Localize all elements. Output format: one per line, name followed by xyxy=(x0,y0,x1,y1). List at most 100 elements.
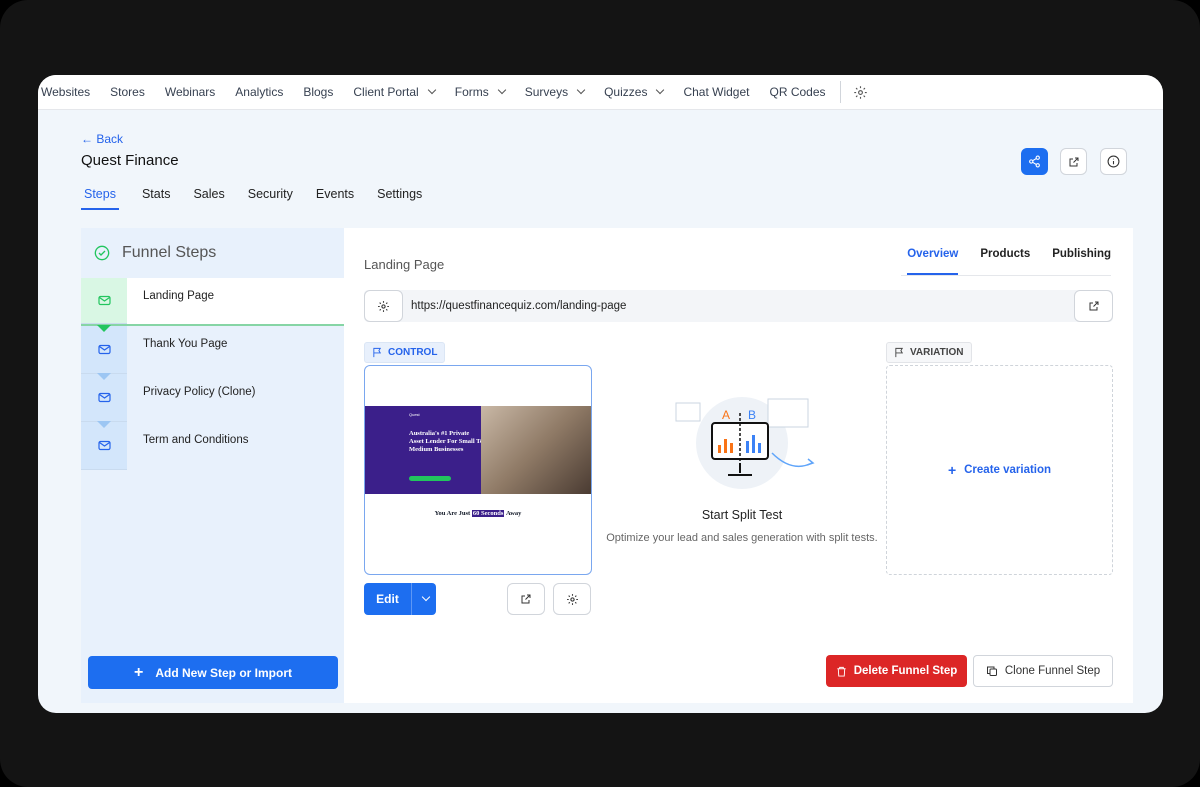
funnel-steps-panel: Funnel Steps Landing Page Thank You Page… xyxy=(81,228,344,703)
step-label: Landing Page xyxy=(143,290,214,302)
split-test-empty-state: A B Start Split Test Optimize your lead … xyxy=(602,393,882,547)
tab-products[interactable]: Products xyxy=(980,248,1030,275)
svg-text:B: B xyxy=(748,408,756,422)
clone-step-button[interactable]: Clone Funnel Step xyxy=(973,655,1113,687)
external-link-icon xyxy=(1069,157,1078,166)
variation-label: VARIATION xyxy=(910,347,964,358)
preview-photo xyxy=(481,406,591,494)
edit-dropdown-button[interactable] xyxy=(411,583,436,615)
page-preview-thumbnail[interactable]: Quest Australia's #1 Private Asset Lende… xyxy=(364,365,592,575)
envelope-icon xyxy=(97,440,111,451)
nav-item-label: Stores xyxy=(110,85,145,99)
nav-item-analytics[interactable]: Analytics xyxy=(235,85,283,99)
funnel-step-item[interactable]: Landing Page xyxy=(81,278,344,326)
nav-item-label: QR Codes xyxy=(769,85,826,99)
nav-item-label: Surveys xyxy=(524,85,569,99)
nav-item-label: Chat Widget xyxy=(683,85,750,99)
tab-security[interactable]: Security xyxy=(248,187,293,210)
nav-item-websites[interactable]: Websites xyxy=(41,85,90,99)
sub-after: Away xyxy=(506,510,522,517)
preview-open-button[interactable] xyxy=(507,583,545,615)
control-label: CONTROL xyxy=(388,347,438,358)
add-step-button[interactable]: + Add New Step or Import xyxy=(88,656,338,689)
nav-item-quizzes[interactable]: Quizzes xyxy=(604,85,665,99)
flag-icon xyxy=(895,347,904,358)
envelope-icon xyxy=(97,392,111,403)
control-badge: CONTROL xyxy=(364,342,446,363)
step-label: Term and Conditions xyxy=(143,434,249,446)
sub-before: You Are Just xyxy=(434,510,471,517)
info-icon xyxy=(1107,155,1120,168)
tab-steps[interactable]: Steps xyxy=(81,187,119,210)
funnel-tabs: Steps Stats Sales Security Events Settings xyxy=(81,187,422,210)
external-link-icon xyxy=(521,594,531,604)
check-circle-icon xyxy=(94,245,110,261)
envelope-icon xyxy=(97,295,111,306)
nav-item-label: Blogs xyxy=(303,85,334,99)
nav-item-stores[interactable]: Stores xyxy=(110,85,145,99)
connector-arrow-icon xyxy=(97,325,111,332)
split-test-description: Optimize your lead and sales generation … xyxy=(606,532,878,544)
split-test-illustration: A B xyxy=(675,397,815,489)
info-button[interactable] xyxy=(1100,148,1127,175)
page-title: Quest Finance xyxy=(81,152,179,169)
edit-button[interactable]: Edit xyxy=(364,583,411,615)
back-link[interactable]: ← Back xyxy=(81,132,123,146)
edit-button-group: Edit xyxy=(364,583,436,615)
preview-cta xyxy=(409,476,451,481)
flag-icon xyxy=(373,347,382,358)
gear-icon xyxy=(378,300,389,312)
delete-step-button[interactable]: Delete Funnel Step xyxy=(826,655,967,687)
funnel-step-item[interactable]: Privacy Policy (Clone) xyxy=(81,373,344,422)
nav-item-chat-widget[interactable]: Chat Widget xyxy=(683,85,749,99)
nav-item-qr-codes[interactable]: QR Codes xyxy=(769,85,825,99)
nav-item-surveys[interactable]: Surveys xyxy=(524,85,586,99)
tab-settings[interactable]: Settings xyxy=(377,187,422,210)
url-bar: https://questfinancequiz.com/landing-pag… xyxy=(364,290,1113,322)
open-url-button[interactable] xyxy=(1074,290,1113,322)
app-window: Websites Stores Webinars Analytics Blogs Clie… xyxy=(38,75,1163,713)
preview-headline: Australia's #1 Private Asset Lender For … xyxy=(409,430,484,453)
create-variation-label: Create variation xyxy=(964,464,1052,476)
preview-settings-button[interactable] xyxy=(553,583,591,615)
chevron-down-icon xyxy=(421,592,431,602)
preview-brand: Quest xyxy=(409,412,420,417)
tab-events[interactable]: Events xyxy=(316,187,354,210)
funnel-step-item[interactable]: Thank You Page xyxy=(81,325,344,374)
nav-item-webinars[interactable]: Webinars xyxy=(165,85,215,99)
step-icon-cell xyxy=(81,373,127,422)
sub-highlight: 60 Seconds xyxy=(471,510,505,517)
open-external-button[interactable] xyxy=(1060,148,1087,175)
connector-arrow-icon xyxy=(97,421,111,428)
tab-publishing[interactable]: Publishing xyxy=(1052,248,1111,275)
tab-stats[interactable]: Stats xyxy=(142,187,171,210)
nav-item-label: Client Portal xyxy=(353,85,419,99)
tab-sales[interactable]: Sales xyxy=(193,187,224,210)
nav-item-client-portal[interactable]: Client Portal xyxy=(353,85,436,99)
step-title: Landing Page xyxy=(364,257,445,272)
tab-overview[interactable]: Overview xyxy=(907,248,959,275)
share-button[interactable] xyxy=(1021,148,1048,175)
url-settings-button[interactable] xyxy=(364,290,403,322)
nav-item-blogs[interactable]: Blogs xyxy=(303,85,333,99)
gear-icon[interactable] xyxy=(853,85,868,100)
step-label: Thank You Page xyxy=(143,338,228,350)
step-icon-cell xyxy=(81,325,127,374)
funnel-steps-header: Funnel Steps xyxy=(81,228,344,278)
step-detail-panel: Landing Page Overview Products Publishing … xyxy=(344,228,1133,703)
create-variation-button[interactable]: + Create variation xyxy=(886,365,1113,575)
nav-item-forms[interactable]: Forms xyxy=(454,85,506,99)
preview-hero: Quest Australia's #1 Private Asset Lende… xyxy=(365,406,591,494)
external-link-icon xyxy=(1089,301,1098,311)
connector-arrow-icon xyxy=(97,373,111,380)
preview-subheading: You Are Just 60 Seconds Away xyxy=(365,510,591,517)
clone-label: Clone Funnel Step xyxy=(1004,665,1101,677)
step-label: Privacy Policy (Clone) xyxy=(143,386,256,398)
step-icon-cell xyxy=(81,421,127,470)
funnel-step-item[interactable]: Term and Conditions xyxy=(81,421,344,470)
nav-item-label: Forms xyxy=(454,85,489,99)
variation-badge: VARIATION xyxy=(886,342,972,363)
nav-divider xyxy=(839,81,841,103)
nav-item-label: Websites xyxy=(41,85,91,99)
step-url[interactable]: https://questfinancequiz.com/landing-pag… xyxy=(411,300,626,312)
